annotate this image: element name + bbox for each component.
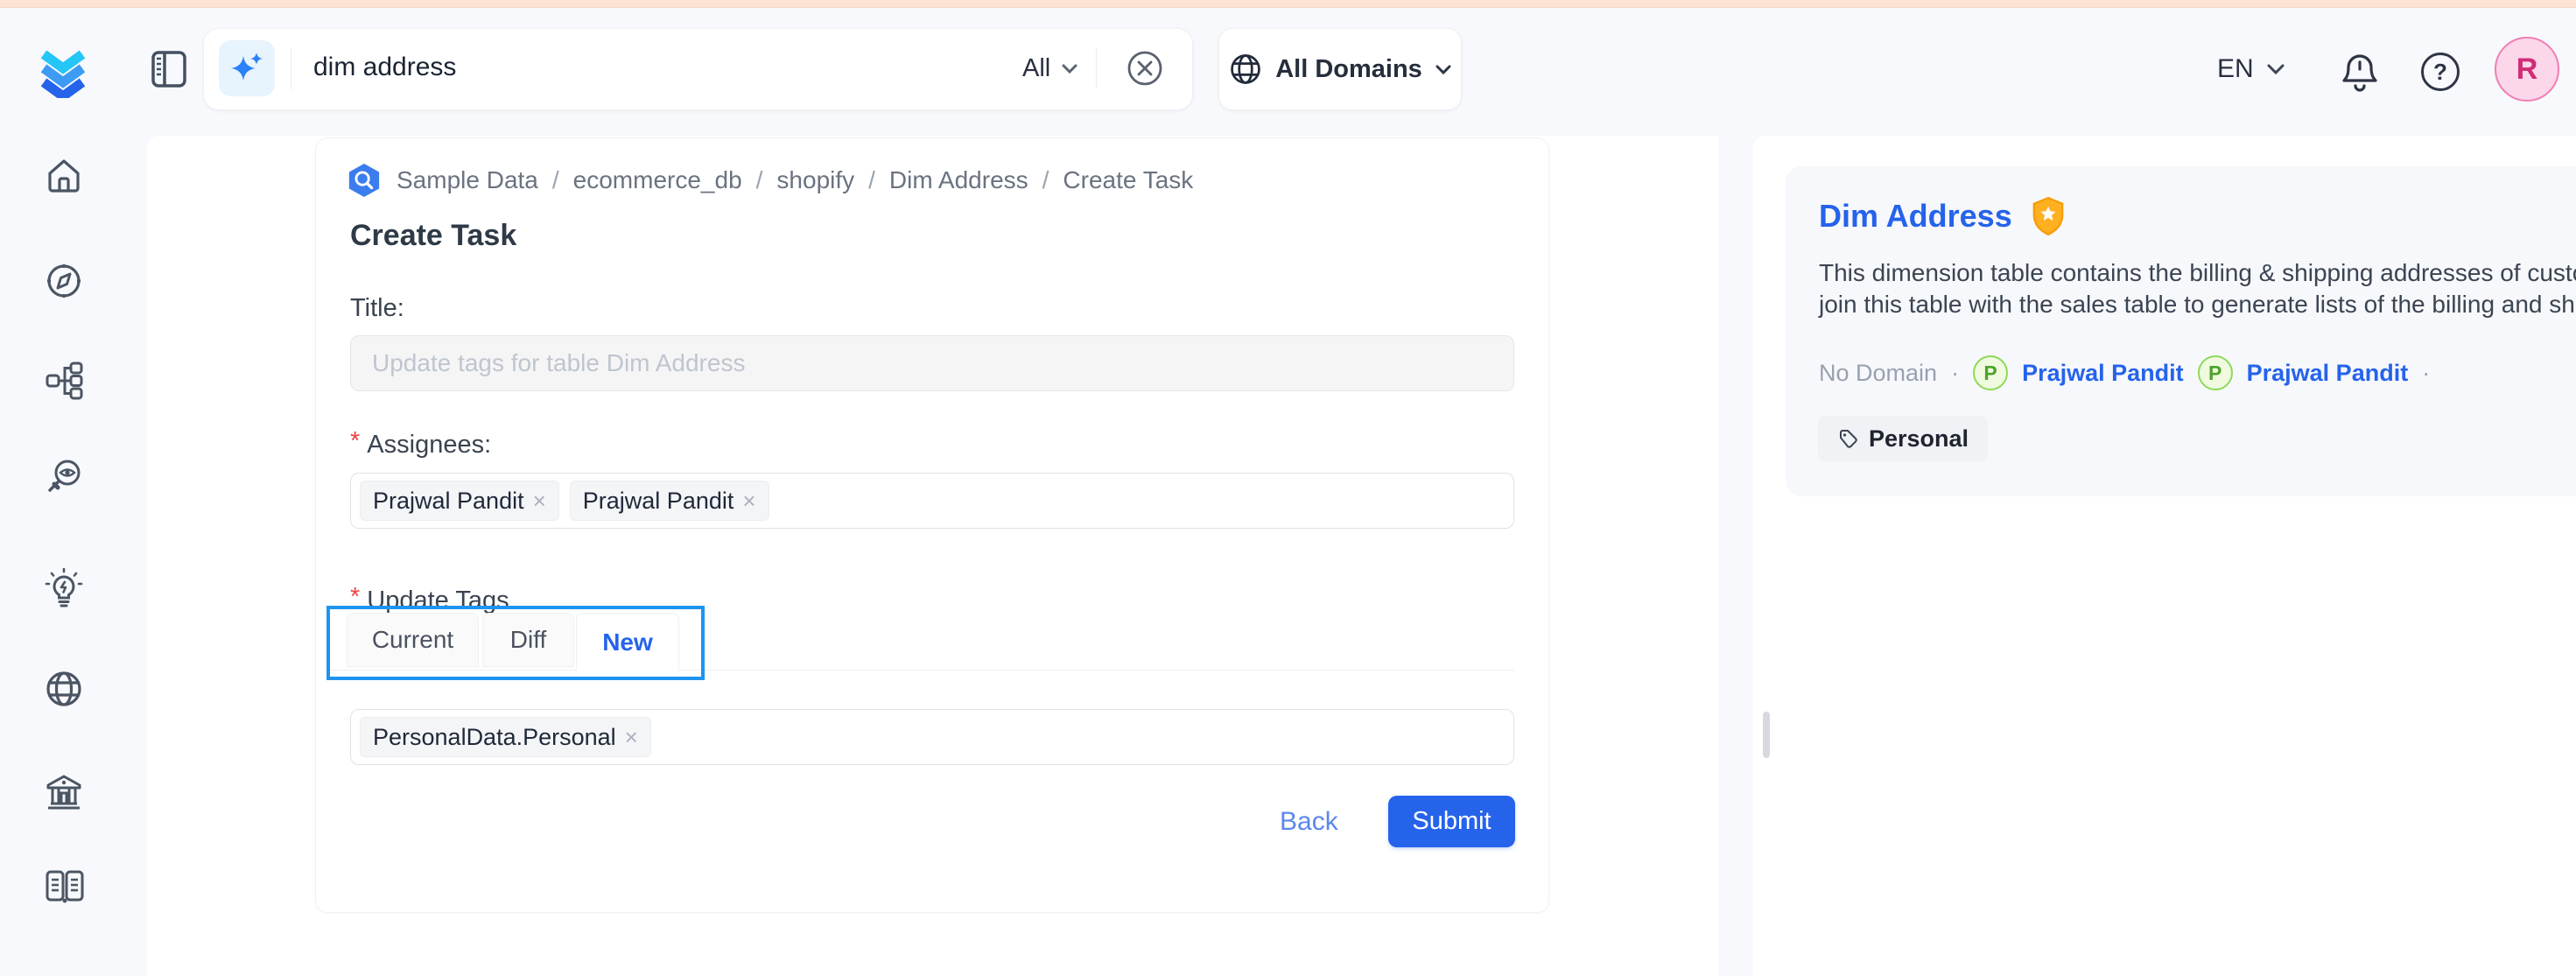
- asset-meta-row: No Domain · P Prajwal Pandit P Prajwal P…: [1819, 355, 2430, 390]
- ai-sparkles-icon[interactable]: [219, 40, 275, 96]
- sidebar-item-home[interactable]: [44, 156, 84, 196]
- chevron-down-icon: [1061, 63, 1078, 74]
- certified-badge-icon: [2032, 196, 2065, 236]
- assignee-name: Prajwal Pandit: [583, 488, 734, 515]
- search-scope-label: All: [1022, 54, 1050, 83]
- tabs-highlight-box: [326, 606, 705, 680]
- top-accent-strip: [0, 0, 2576, 8]
- help-icon[interactable]: ?: [2421, 53, 2460, 91]
- sidebar-item-discover[interactable]: [44, 261, 84, 301]
- sidebar-item-glossary[interactable]: [44, 868, 86, 905]
- globe-icon: [1228, 52, 1263, 87]
- owner-avatar[interactable]: P: [2198, 355, 2233, 390]
- all-domains-dropdown[interactable]: All Domains: [1218, 28, 1462, 110]
- required-marker: *: [350, 427, 360, 456]
- breadcrumb-separator: /: [756, 166, 763, 194]
- bigquery-icon: [346, 163, 383, 198]
- classification-tag-personal[interactable]: Personal: [1818, 416, 1988, 461]
- assignees-field-label-row: * Assignees:: [350, 431, 491, 460]
- breadcrumb-separator: /: [552, 166, 559, 194]
- all-domains-label: All Domains: [1275, 55, 1422, 84]
- language-label: EN: [2217, 54, 2254, 84]
- remove-tag-icon[interactable]: ×: [625, 724, 638, 751]
- tags-select[interactable]: PersonalData.Personal ×: [350, 709, 1514, 765]
- notifications-bell-icon[interactable]: [2339, 51, 2381, 96]
- tag-icon: [1837, 428, 1858, 449]
- help-glyph: ?: [2433, 59, 2447, 86]
- meta-separator: ·: [1951, 360, 1959, 387]
- owner-link[interactable]: Prajwal Pandit: [2247, 360, 2409, 387]
- search-divider-2: [1096, 49, 1097, 88]
- owner-link[interactable]: Prajwal Pandit: [2022, 360, 2184, 387]
- meta-separator: ·: [2422, 360, 2430, 387]
- breadcrumb: Sample Data / ecommerce_db / shopify / D…: [346, 163, 1193, 198]
- scrollbar-thumb[interactable]: [1763, 712, 1770, 758]
- asset-title-link[interactable]: Dim Address: [1819, 198, 2012, 235]
- asset-description-line: This dimension table contains the billin…: [1819, 259, 2576, 287]
- back-button[interactable]: Back: [1280, 807, 1338, 837]
- breadcrumb-item[interactable]: Sample Data: [397, 166, 538, 194]
- classification-tag-label: Personal: [1869, 425, 1969, 453]
- breadcrumb-item[interactable]: ecommerce_db: [573, 166, 742, 194]
- asset-title-row: Dim Address: [1819, 196, 2065, 236]
- domain-label: No Domain: [1819, 360, 1937, 387]
- submit-button[interactable]: Submit: [1388, 796, 1515, 847]
- breadcrumb-item[interactable]: shopify: [776, 166, 854, 194]
- assignee-name: Prajwal Pandit: [373, 488, 524, 515]
- breadcrumb-separator: /: [1042, 166, 1049, 194]
- owner-avatar[interactable]: P: [1973, 355, 2008, 390]
- search-clear-icon[interactable]: [1126, 49, 1164, 88]
- remove-assignee-icon[interactable]: ×: [533, 488, 546, 515]
- sidebar-item-observability[interactable]: [44, 458, 84, 498]
- owner-initial: P: [2208, 362, 2222, 385]
- owner-initial: P: [1983, 362, 1997, 385]
- page-title: Create Task: [350, 219, 516, 253]
- search-scope-dropdown[interactable]: All: [1022, 54, 1078, 83]
- assignees-select[interactable]: Prajwal Pandit × Prajwal Pandit ×: [350, 473, 1514, 529]
- asset-description-line: join this table with the sales table to …: [1819, 291, 2576, 319]
- breadcrumb-separator: /: [868, 166, 875, 194]
- sidebar-item-web[interactable]: [44, 669, 84, 709]
- remove-assignee-icon[interactable]: ×: [742, 488, 755, 515]
- tag-name: PersonalData.Personal: [373, 724, 616, 751]
- search-input[interactable]: dim address: [313, 53, 456, 82]
- user-avatar[interactable]: R: [2495, 37, 2559, 102]
- language-dropdown[interactable]: EN: [2217, 54, 2285, 84]
- tag-chip: PersonalData.Personal ×: [360, 717, 651, 757]
- title-field-label: Title:: [350, 294, 404, 323]
- breadcrumb-item[interactable]: Dim Address: [889, 166, 1028, 194]
- avatar-initial: R: [2516, 53, 2538, 87]
- assignees-field-label: Assignees:: [367, 431, 491, 460]
- sidebar-item-governance[interactable]: [44, 772, 84, 812]
- title-input-placeholder: Update tags for table Dim Address: [372, 349, 745, 377]
- sidebar-item-workflows[interactable]: [44, 361, 84, 401]
- breadcrumb-item[interactable]: Create Task: [1063, 166, 1193, 194]
- sidebar-item-insights[interactable]: [44, 568, 84, 610]
- assignee-chip: Prajwal Pandit ×: [570, 481, 769, 521]
- chevron-down-icon: [2266, 63, 2285, 75]
- sidebar-collapse-icon[interactable]: [151, 49, 187, 89]
- chevron-down-icon: [1435, 64, 1452, 75]
- app-logo[interactable]: [35, 40, 91, 98]
- title-input[interactable]: Update tags for table Dim Address: [350, 335, 1514, 391]
- assignee-chip: Prajwal Pandit ×: [360, 481, 559, 521]
